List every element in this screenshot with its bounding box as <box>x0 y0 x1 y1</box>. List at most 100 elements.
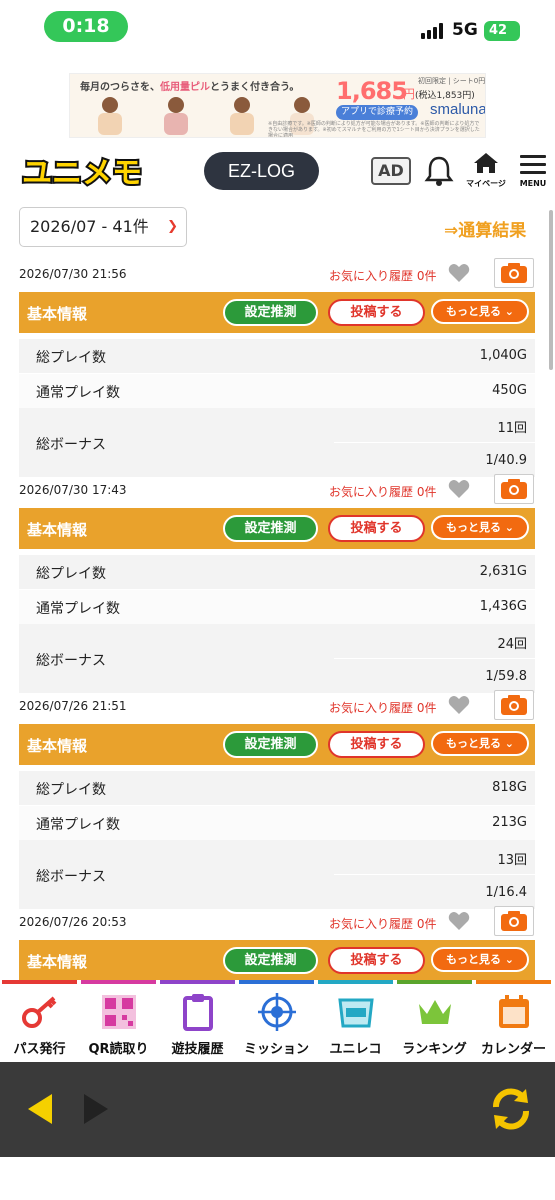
normal-plays-row: 通常プレイ数 1,436G <box>19 590 535 624</box>
signal-icon <box>421 23 447 39</box>
heart-icon[interactable] <box>448 263 470 283</box>
hamburger-icon <box>514 155 552 174</box>
target-icon <box>258 993 296 1031</box>
nav-label: ユニレコ <box>329 1042 382 1057</box>
favorite-count: お気に入り履歴 0件 <box>329 485 437 499</box>
row-label: 総ボーナス <box>36 437 106 453</box>
ad-banner[interactable]: 毎月のつらさを、低用量ピルとうまく付き合う。 1,685 円 (税込1,853円… <box>69 73 486 138</box>
period-select[interactable]: 2026/07 - 41件 ❯ <box>19 207 187 247</box>
setting-estimate-button[interactable]: 設定推測 <box>223 515 318 542</box>
row-label: 通常プレイ数 <box>36 601 120 617</box>
nav-calendar[interactable]: カレンダー <box>474 980 553 1062</box>
row-value: 1,436G <box>479 599 527 614</box>
basic-info-bar: 基本情報 設定推測 投稿する もっと見る ⌄ <box>19 724 535 765</box>
mypage-button[interactable]: マイページ <box>466 152 506 189</box>
unimemo-logo[interactable]: ユニメモ <box>11 152 153 190</box>
battery-icon: 42 <box>484 21 520 41</box>
nav-ranking[interactable]: ランキング <box>395 980 474 1062</box>
record-date: 2026/07/30 17:43 <box>19 483 127 497</box>
row-label: 総ボーナス <box>36 869 106 885</box>
more-button[interactable]: もっと見る ⌄ <box>431 947 529 972</box>
nav-play-history[interactable]: 遊技履歴 <box>158 980 237 1062</box>
camera-button[interactable] <box>494 906 534 936</box>
total-bonus-row: 総ボーナス 13回 1/16.4 <box>19 840 535 909</box>
normal-plays-row: 通常プレイ数 450G <box>19 374 535 408</box>
favorite-count: お気に入り履歴 0件 <box>329 701 437 715</box>
setting-estimate-button[interactable]: 設定推測 <box>223 731 318 758</box>
bonus-rate: 1/59.8 <box>485 669 527 684</box>
section-title: 基本情報 <box>27 305 88 323</box>
favorite-count: お気に入り履歴 0件 <box>329 917 437 931</box>
status-time: 0:18 <box>44 11 128 42</box>
crown-icon <box>419 1000 451 1024</box>
camera-button[interactable] <box>494 690 534 720</box>
total-plays-row: 総プレイ数 1,040G <box>19 339 535 373</box>
camera-button[interactable] <box>494 258 534 288</box>
row-value: 1,040G <box>479 348 527 363</box>
heart-icon[interactable] <box>448 695 470 715</box>
row-label: 総ボーナス <box>36 653 106 669</box>
bottom-nav: パス発行 QR読取り 遊技履歴 ミッション ユニレコ ランキング カレンダー <box>0 980 555 1062</box>
bonus-rate: 1/40.9 <box>485 453 527 468</box>
total-bonus-row: 総ボーナス 24回 1/59.8 <box>19 624 535 693</box>
post-button[interactable]: 投稿する <box>328 731 425 758</box>
bell-icon[interactable] <box>424 155 454 187</box>
reload-icon[interactable] <box>486 1085 536 1133</box>
ad-cta-button[interactable]: アプリで診療予約 <box>336 105 418 120</box>
row-label: 総プレイ数 <box>36 350 106 366</box>
row-label: 総プレイ数 <box>36 782 106 798</box>
svg-text:ユニメモ: ユニメモ <box>22 156 142 190</box>
bonus-rate: 1/16.4 <box>485 885 527 900</box>
basic-info-bar: 基本情報 設定推測 投稿する もっと見る ⌄ <box>19 940 535 980</box>
menu-button[interactable]: MENU <box>514 155 552 188</box>
ad-price-unit: 円 <box>403 87 416 101</box>
favorite-count: お気に入り履歴 0件 <box>329 269 437 283</box>
row-value: 818G <box>492 780 527 795</box>
normal-plays-row: 通常プレイ数 213G <box>19 806 535 840</box>
more-button[interactable]: もっと見る ⌄ <box>431 299 529 324</box>
record-date: 2026/07/26 20:53 <box>19 915 127 929</box>
period-value: 2026/07 - 41件 <box>30 217 149 236</box>
total-plays-row: 総プレイ数 818G <box>19 771 535 805</box>
row-label: 通常プレイ数 <box>36 385 120 401</box>
qr-code-icon <box>102 995 136 1029</box>
ad-note: 初回限定 | シート0円 <box>418 77 486 85</box>
setting-estimate-button[interactable]: 設定推測 <box>223 947 318 974</box>
row-label: 総プレイ数 <box>36 566 106 582</box>
total-results-link[interactable]: ⇒通算結果 <box>444 216 526 241</box>
row-value: 213G <box>492 815 527 830</box>
ad-toggle-button[interactable]: AD <box>371 157 411 185</box>
nav-pass-issue[interactable]: パス発行 <box>0 980 79 1062</box>
post-button[interactable]: 投稿する <box>328 299 425 326</box>
forward-arrow-icon[interactable] <box>82 1092 110 1126</box>
chevron-down-icon: ❯ <box>167 219 178 234</box>
nav-qr-read[interactable]: QR読取り <box>79 980 158 1062</box>
nav-mission[interactable]: ミッション <box>237 980 316 1062</box>
back-arrow-icon[interactable] <box>26 1092 54 1126</box>
camera-button[interactable] <box>494 474 534 504</box>
basic-info-bar: 基本情報 設定推測 投稿する もっと見る ⌄ <box>19 292 535 333</box>
nav-label: パス発行 <box>13 1042 66 1057</box>
ezlog-button[interactable]: EZ-LOG <box>204 152 319 190</box>
setting-estimate-button[interactable]: 設定推測 <box>223 299 318 326</box>
ad-price: 1,685 <box>336 77 408 105</box>
nav-unireco[interactable]: ユニレコ <box>316 980 395 1062</box>
camera-icon <box>501 911 527 931</box>
clipboard-icon <box>183 994 213 1031</box>
section-title: 基本情報 <box>27 953 88 971</box>
basic-info-bar: 基本情報 設定推測 投稿する もっと見る ⌄ <box>19 508 535 549</box>
heart-icon[interactable] <box>448 479 470 499</box>
more-button[interactable]: もっと見る ⌄ <box>431 731 529 756</box>
nav-label: QR読取り <box>88 1042 149 1057</box>
post-button[interactable]: 投稿する <box>328 515 425 542</box>
more-button[interactable]: もっと見る ⌄ <box>431 515 529 540</box>
mypage-label: マイページ <box>466 179 506 188</box>
camera-icon <box>501 695 527 715</box>
heart-icon[interactable] <box>448 911 470 931</box>
status-bar: 0:18 5G 42 <box>0 0 555 58</box>
scrollbar[interactable] <box>549 210 553 370</box>
bonus-count: 13回 <box>497 853 527 868</box>
ad-brand: smaluna <box>430 101 486 118</box>
post-button[interactable]: 投稿する <box>328 947 425 974</box>
key-icon <box>22 996 57 1028</box>
